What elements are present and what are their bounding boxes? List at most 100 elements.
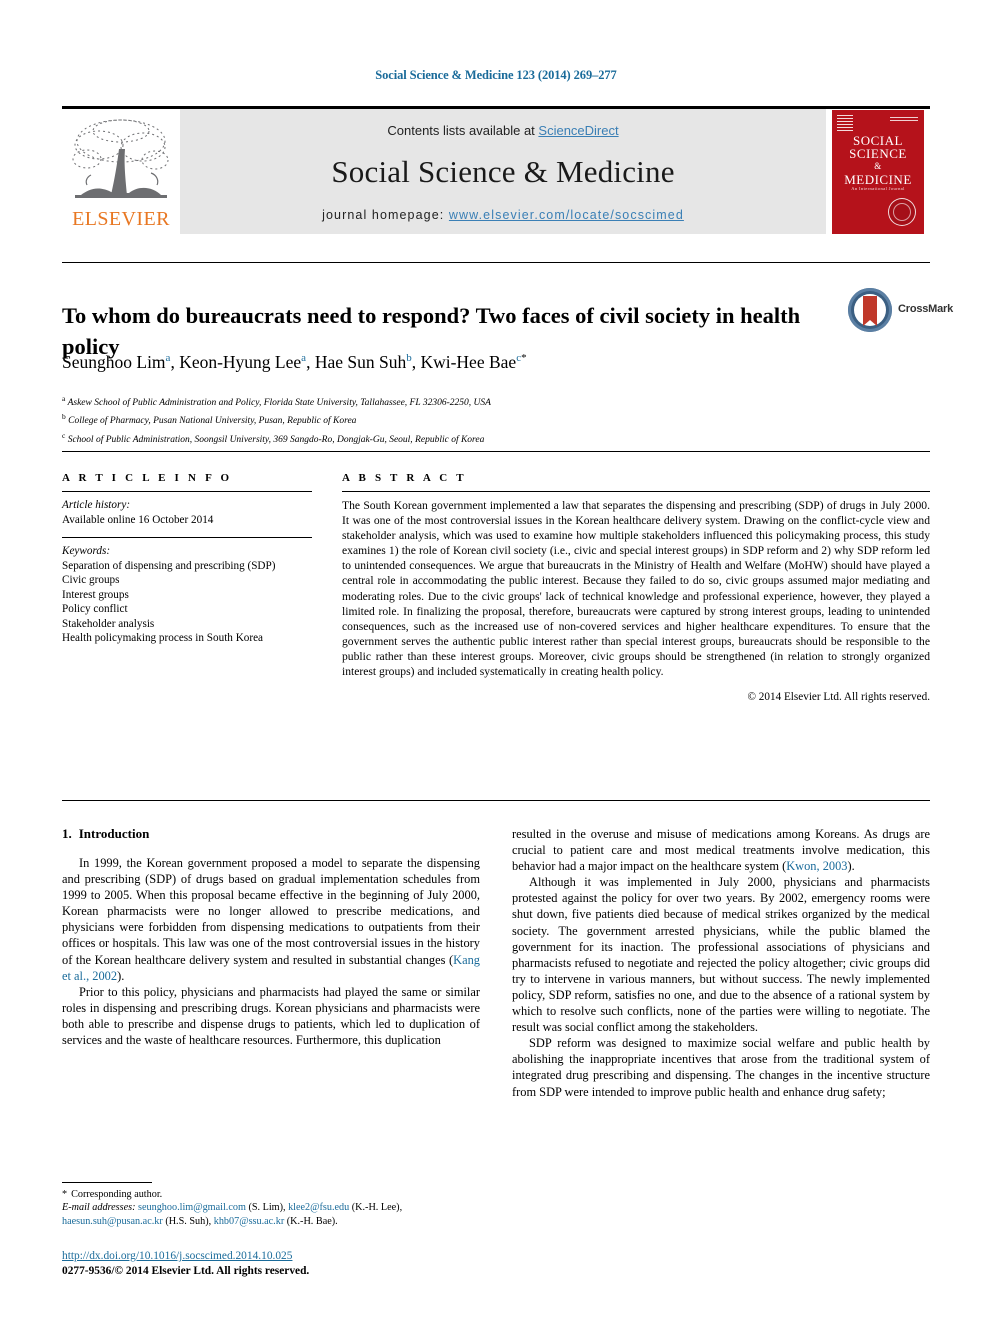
affiliation-item: b College of Pharmacy, Pusan National Un…: [62, 410, 862, 428]
doi-link[interactable]: http://dx.doi.org/10.1016/j.socscimed.20…: [62, 1249, 502, 1264]
elsevier-tree-icon: [72, 119, 169, 198]
article-history-label: Article history:: [62, 499, 131, 511]
author-name[interactable]: Seunghoo Lim: [62, 352, 166, 372]
author-affil-marker: a: [301, 352, 307, 365]
article-history-block: Article history: Available online 16 Oct…: [62, 498, 312, 527]
keyword-item: Interest groups: [62, 588, 129, 601]
section-title: Introduction: [78, 826, 150, 841]
email-link[interactable]: seunghoo.lim@gmail.com: [138, 1202, 246, 1213]
paragraph-text: Although it was implemented in July 2000…: [512, 875, 930, 1035]
cover-title-line2: SCIENCE: [849, 145, 907, 161]
issn-copyright-line: 0277-9536/© 2014 Elsevier Ltd. All right…: [62, 1265, 310, 1277]
body-paragraph: In 1999, the Korean government proposed …: [62, 855, 480, 984]
author-list: Seunghoo Lima, Keon-Hyung Leea, Hae Sun …: [62, 352, 527, 372]
contents-prefix: Contents lists available at: [387, 123, 539, 138]
body-paragraph: SDP reform was designed to maximize soci…: [512, 1035, 930, 1099]
abstract-heading: A B S T R A C T: [342, 472, 467, 484]
author-name[interactable]: Kwi-Hee Bae: [420, 352, 516, 372]
section-heading-introduction: 1. Introduction: [62, 826, 480, 842]
asterisk-icon: *: [62, 1189, 68, 1200]
crossmark-label: CrossMark: [898, 303, 954, 315]
abstract-section-divider: [62, 451, 930, 452]
doi-block: http://dx.doi.org/10.1016/j.socscimed.20…: [62, 1249, 502, 1279]
keywords-rule: [62, 537, 312, 538]
email-owner: (K.-H. Lee),: [351, 1202, 403, 1214]
email-note: E-mail addresses: seunghoo.lim@gmail.com…: [62, 1201, 480, 1228]
citation-link[interactable]: Kwon, 2003: [786, 859, 847, 873]
journal-homepage-line: journal homepage: www.elsevier.com/locat…: [180, 208, 826, 222]
crossmark-icon: [848, 288, 892, 332]
cover-seal-icon: [888, 197, 916, 226]
abstract-text: The South Korean government implemented …: [342, 499, 930, 679]
keywords-block: Keywords: Separation of dispensing and p…: [62, 544, 312, 646]
section-number: 1.: [62, 826, 72, 841]
email-owner: (H.S. Suh),: [165, 1215, 212, 1227]
body-paragraph: Prior to this policy, physicians and pha…: [62, 984, 480, 1048]
journal-cover-thumbnail: SOCIAL SCIENCE & MEDICINE An Internation…: [826, 109, 930, 234]
keyword-item: Stakeholder analysis: [62, 617, 155, 630]
journal-article-page: Social Science & Medicine 123 (2014) 269…: [0, 0, 992, 1323]
author-affil-marker: a: [165, 352, 171, 365]
affiliation-text: College of Pharmacy, Pusan National Univ…: [68, 416, 357, 427]
cover-title-line3: MEDICINE: [844, 171, 912, 187]
journal-title: Social Science & Medicine: [331, 154, 675, 189]
cover-barcode-icon: [890, 116, 918, 122]
affiliation-list: a Askew School of Public Administration …: [62, 392, 862, 447]
journal-banner: Contents lists available at ScienceDirec…: [180, 109, 826, 234]
homepage-prefix: journal homepage:: [322, 208, 449, 222]
author-name[interactable]: Keon-Hyung Lee: [179, 352, 301, 372]
email-link[interactable]: klee2@fsu.edu: [288, 1202, 349, 1213]
keyword-item: Civic groups: [62, 574, 120, 586]
email-link[interactable]: khb07@ssu.ac.kr: [214, 1216, 285, 1227]
body-divider: [62, 800, 930, 801]
corresponding-author-text: Corresponding author.: [71, 1189, 163, 1200]
keywords-label: Keywords:: [62, 545, 111, 557]
elsevier-wordmark: ELSEVIER: [72, 208, 170, 230]
journal-homepage-link[interactable]: www.elsevier.com/locate/socscimed: [449, 208, 684, 222]
author-affil-marker: b: [406, 352, 412, 365]
cover-elsevier-mark-icon: [837, 114, 853, 133]
abstract-copyright: © 2014 Elsevier Ltd. All rights reserved…: [747, 691, 931, 704]
article-info-rule: [62, 491, 312, 492]
journal-masthead: ELSEVIER Contents lists available at Sci…: [62, 106, 930, 234]
footnote-block: * Corresponding author. E-mail addresses:…: [62, 1188, 480, 1228]
cover-title: SOCIAL SCIENCE & MEDICINE: [832, 134, 924, 186]
paragraph-tail: ).: [847, 859, 855, 874]
body-paragraph: Although it was implemented in July 2000…: [512, 874, 930, 1035]
email-link[interactable]: haesun.suh@pusan.ac.kr: [62, 1216, 163, 1227]
email-owner: (S. Lim),: [248, 1202, 286, 1214]
crossmark-badge[interactable]: CrossMark: [848, 288, 953, 336]
sciencedirect-link[interactable]: ScienceDirect: [538, 123, 618, 138]
corresponding-author-marker: *: [521, 352, 527, 365]
article-history-value: Available online 16 October 2014: [62, 513, 214, 526]
contents-line: Contents lists available at ScienceDirec…: [180, 123, 826, 138]
crossmark-flag-icon: [863, 296, 877, 326]
affiliation-marker: b: [62, 412, 66, 422]
article-info-heading: A R T I C L E I N F O: [62, 472, 233, 484]
paragraph-text: Prior to this policy, physicians and pha…: [62, 984, 480, 1048]
paragraph-tail: ).: [117, 968, 125, 983]
paragraph-text: resulted in the overuse and misuse of me…: [512, 827, 930, 874]
affiliation-text: Askew School of Public Administration an…: [67, 398, 491, 409]
elsevier-logo: ELSEVIER: [62, 109, 180, 234]
keyword-item: Policy conflict: [62, 603, 128, 615]
abstract-rule: [342, 491, 930, 492]
keyword-item: Separation of dispensing and prescribing…: [62, 559, 276, 572]
article-info-column: A R T I C L E I N F O Article history: A…: [62, 472, 312, 646]
affiliation-marker: c: [62, 430, 66, 440]
body-paragraph: resulted in the overuse and misuse of me…: [512, 826, 930, 874]
affiliation-text: School of Public Administration, Soongsi…: [67, 434, 485, 445]
email-label: E-mail addresses:: [62, 1202, 136, 1214]
body-column-right: resulted in the overuse and misuse of me…: [512, 826, 930, 1100]
cover-subtitle: An International Journal: [851, 185, 905, 191]
paragraph-text: SDP reform was designed to maximize soci…: [512, 1036, 930, 1099]
keyword-item: Health policymaking process in South Kor…: [62, 632, 264, 644]
corresponding-author-note: * Corresponding author.: [62, 1188, 480, 1201]
affiliation-item: c School of Public Administration, Soong…: [62, 429, 862, 447]
author-name[interactable]: Hae Sun Suh: [315, 352, 406, 372]
email-owner: (K.-H. Bae).: [286, 1215, 338, 1227]
affiliation-marker: a: [62, 394, 66, 403]
body-column-left: 1. Introduction In 1999, the Korean gover…: [62, 826, 480, 1048]
footnote-divider: [62, 1182, 152, 1183]
title-divider: [62, 262, 930, 263]
